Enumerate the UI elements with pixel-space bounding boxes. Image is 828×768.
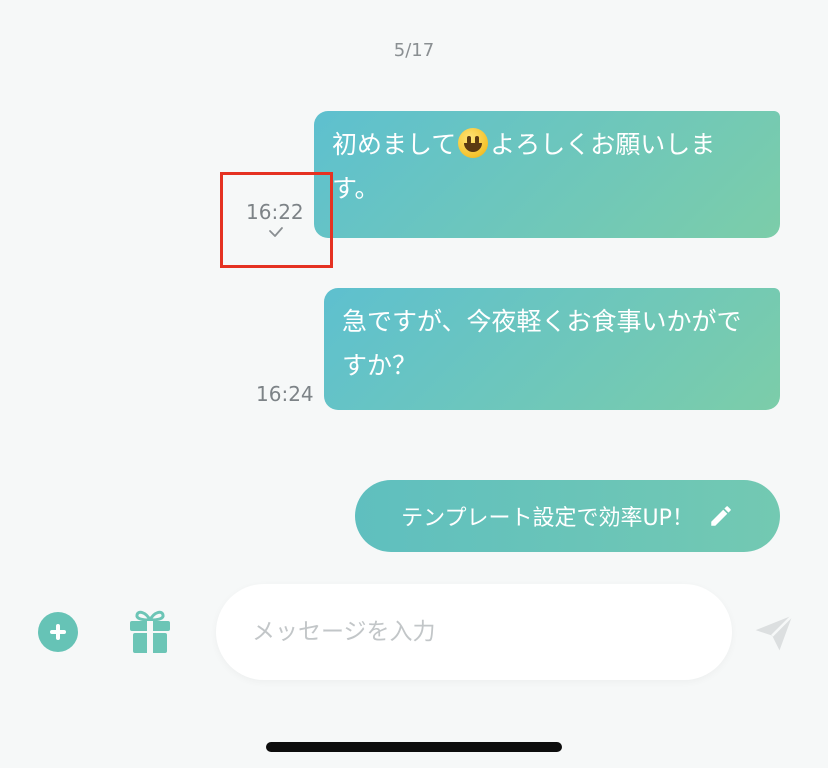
template-settings-button[interactable]: テンプレート設定で効率UP！ <box>355 480 780 552</box>
message-bubble-2: 急ですが、今夜軽くお食事いかがですか？ <box>324 288 780 410</box>
message-bubble-1: 初めまして よろしくお願いします。 <box>314 111 780 238</box>
message-input[interactable] <box>252 619 692 645</box>
date-separator: 5/17 <box>393 40 435 61</box>
grinning-face-emoji-icon <box>458 128 489 158</box>
message-input-box[interactable] <box>216 584 732 680</box>
home-indicator <box>266 742 562 752</box>
message-text-1a: 初めまして <box>332 130 457 159</box>
template-settings-label: テンプレート設定で効率UP！ <box>401 506 694 531</box>
send-icon[interactable] <box>752 610 796 654</box>
highlight-box <box>220 172 333 268</box>
pencil-icon <box>711 506 731 526</box>
message-timestamp-2: 16:24 <box>256 382 314 406</box>
gift-icon[interactable] <box>128 608 172 654</box>
plus-icon[interactable] <box>38 612 78 652</box>
